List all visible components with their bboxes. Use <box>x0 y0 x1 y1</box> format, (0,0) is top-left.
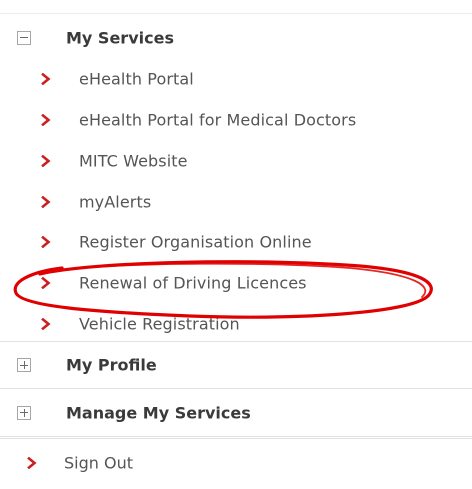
services-menu: My Services eHealth Portal eHealth Porta… <box>0 0 472 489</box>
section-label-my-services: My Services <box>66 28 174 47</box>
section-label-my-profile: My Profile <box>66 355 157 375</box>
section-label-manage-my-services: Manage My Services <box>66 403 251 422</box>
chevron-right-icon <box>27 456 37 469</box>
service-item-ehealth-portal[interactable]: eHealth Portal <box>0 63 472 95</box>
section-header-my-services[interactable]: My Services <box>0 13 472 61</box>
chevron-right-icon <box>41 196 51 208</box>
service-item-mitc-website[interactable]: MITC Website <box>0 145 472 177</box>
service-item-label: eHealth Portal <box>79 69 194 89</box>
chevron-right-icon <box>41 277 51 289</box>
plus-box-icon[interactable] <box>17 358 31 372</box>
sign-out-label: Sign Out <box>64 453 133 472</box>
plus-box-icon[interactable] <box>17 405 31 420</box>
chevron-right-icon <box>41 236 51 248</box>
service-item-label: Renewal of Driving Licences <box>79 273 307 293</box>
service-item-ehealth-portal-medical-doctors[interactable]: eHealth Portal for Medical Doctors <box>0 104 472 136</box>
service-item-label: eHealth Portal for Medical Doctors <box>79 110 357 130</box>
sign-out-link[interactable]: Sign Out <box>0 438 472 486</box>
service-item-myalerts[interactable]: myAlerts <box>0 186 472 218</box>
service-item-label: Vehicle Registration <box>79 314 240 334</box>
service-item-renewal-of-driving-licences[interactable]: Renewal of Driving Licences <box>0 267 472 299</box>
chevron-right-icon <box>41 318 51 330</box>
service-item-register-organisation-online[interactable]: Register Organisation Online <box>0 226 472 258</box>
chevron-right-icon <box>41 155 51 167</box>
service-item-label: Register Organisation Online <box>79 232 312 252</box>
section-header-manage-my-services[interactable]: Manage My Services <box>0 389 472 437</box>
section-header-my-profile[interactable]: My Profile <box>0 341 472 389</box>
chevron-right-icon <box>41 114 51 126</box>
service-item-label: MITC Website <box>79 151 188 171</box>
minus-box-icon[interactable] <box>17 30 31 45</box>
service-item-vehicle-registration[interactable]: Vehicle Registration <box>0 308 472 340</box>
chevron-right-icon <box>41 73 51 85</box>
service-item-label: myAlerts <box>79 192 152 212</box>
